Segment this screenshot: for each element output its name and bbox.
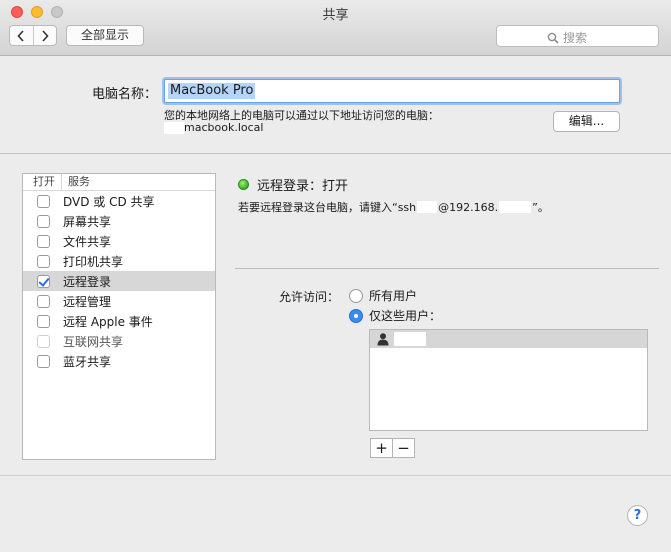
add-remove-control: + − xyxy=(370,438,415,458)
service-checkbox[interactable] xyxy=(37,314,50,328)
column-header-service: 服务 xyxy=(68,175,90,188)
service-label: 远程登录 xyxy=(63,274,112,289)
service-checkbox[interactable] xyxy=(37,254,50,268)
service-label: 文件共享 xyxy=(63,234,112,249)
search-placeholder: 搜索 xyxy=(563,31,588,45)
redacted-block xyxy=(394,332,426,346)
radio-all-users[interactable]: 所有用户 xyxy=(349,287,417,304)
status-text: 远程登录：打开 xyxy=(257,179,349,194)
search-field[interactable]: 搜索 xyxy=(496,25,659,47)
chevron-left-icon xyxy=(17,29,24,42)
service-row-printer-sharing[interactable]: 打印机共享 xyxy=(23,251,215,271)
column-header-on: 打开 xyxy=(23,174,62,190)
instruction-prefix: 若要远程登录这台电脑，请键入“ssh xyxy=(238,201,417,214)
window-title: 共享 xyxy=(322,8,349,23)
allowed-users-list xyxy=(369,329,648,431)
service-checkbox[interactable] xyxy=(37,234,50,248)
service-row-internet-sharing[interactable]: 互联网共享 xyxy=(23,331,215,351)
service-row-screen-sharing[interactable]: 屏幕共享 xyxy=(23,211,215,231)
service-label: 互联网共享 xyxy=(63,334,124,349)
computer-name-section xyxy=(0,56,671,154)
service-checkbox[interactable] xyxy=(37,354,50,368)
local-address: macbook.local xyxy=(164,121,263,134)
forward-button[interactable] xyxy=(32,26,57,45)
computer-name-value: MacBook Pro xyxy=(168,83,256,99)
service-checkbox[interactable] xyxy=(37,194,50,208)
radio-only-users-label: 仅这些用户： xyxy=(369,309,442,323)
radio-only-these-users[interactable]: 仅这些用户： xyxy=(349,307,441,324)
ssh-instruction: 若要远程登录这台电脑，请键入“ssh @192.168. ”。 xyxy=(238,199,549,215)
radio-all-users-label: 所有用户 xyxy=(369,289,418,303)
service-checkbox[interactable] xyxy=(37,294,50,308)
radio-button-on[interactable] xyxy=(349,308,363,323)
service-row-remote-management[interactable]: 远程管理 xyxy=(23,291,215,311)
remove-user-button[interactable]: − xyxy=(392,439,414,457)
redacted-block xyxy=(164,121,184,134)
instruction-suffix: ”。 xyxy=(532,201,549,214)
nav-buttons xyxy=(9,25,57,46)
back-button[interactable] xyxy=(10,26,33,45)
computer-name-input[interactable]: MacBook Pro xyxy=(164,79,620,103)
service-checkbox-disabled xyxy=(37,334,50,348)
service-label: 屏幕共享 xyxy=(63,214,112,229)
service-label: DVD 或 CD 共享 xyxy=(63,194,155,209)
redacted-block xyxy=(417,201,438,213)
title-bar: 共享 全部显示 搜索 xyxy=(0,0,671,56)
service-label: 远程管理 xyxy=(63,294,112,309)
service-list-header: 打开 服务 xyxy=(23,174,215,191)
user-list-item[interactable] xyxy=(370,330,647,348)
show-all-button[interactable]: 全部显示 xyxy=(66,25,144,46)
service-checkbox-checked[interactable] xyxy=(37,274,50,288)
add-user-button[interactable]: + xyxy=(371,439,392,457)
bottom-bar xyxy=(0,475,671,552)
chevron-right-icon xyxy=(42,29,49,42)
allow-access-label: 允许访问： xyxy=(279,290,340,304)
search-icon xyxy=(547,32,559,44)
edit-button[interactable]: 编辑... xyxy=(553,111,620,132)
service-row-remote-apple-events[interactable]: 远程 Apple 事件 xyxy=(23,311,215,331)
user-icon xyxy=(377,333,389,346)
instruction-mid: @192.168. xyxy=(438,200,499,214)
help-button[interactable]: ? xyxy=(627,505,648,526)
service-checkbox[interactable] xyxy=(37,214,50,228)
radio-button-off[interactable] xyxy=(349,288,363,303)
service-row-remote-login[interactable]: 远程登录 xyxy=(23,271,215,291)
service-label: 打印机共享 xyxy=(63,254,124,269)
status-indicator-icon xyxy=(238,179,249,190)
service-label: 蓝牙共享 xyxy=(63,354,112,369)
service-row-file-sharing[interactable]: 文件共享 xyxy=(23,231,215,251)
service-row-bluetooth-sharing[interactable]: 蓝牙共享 xyxy=(23,351,215,371)
divider xyxy=(235,268,659,269)
computer-name-label: 电脑名称： xyxy=(92,87,158,102)
service-label: 远程 Apple 事件 xyxy=(63,314,153,329)
service-list: 打开 服务 DVD 或 CD 共享 屏幕共享 文件共享 打印机共享 远程登录 远… xyxy=(22,173,216,460)
redacted-block xyxy=(499,201,532,213)
remote-login-status: 远程登录：打开 xyxy=(238,175,348,194)
local-address-value: macbook.local xyxy=(184,121,264,134)
service-row-dvd[interactable]: DVD 或 CD 共享 xyxy=(23,191,215,211)
